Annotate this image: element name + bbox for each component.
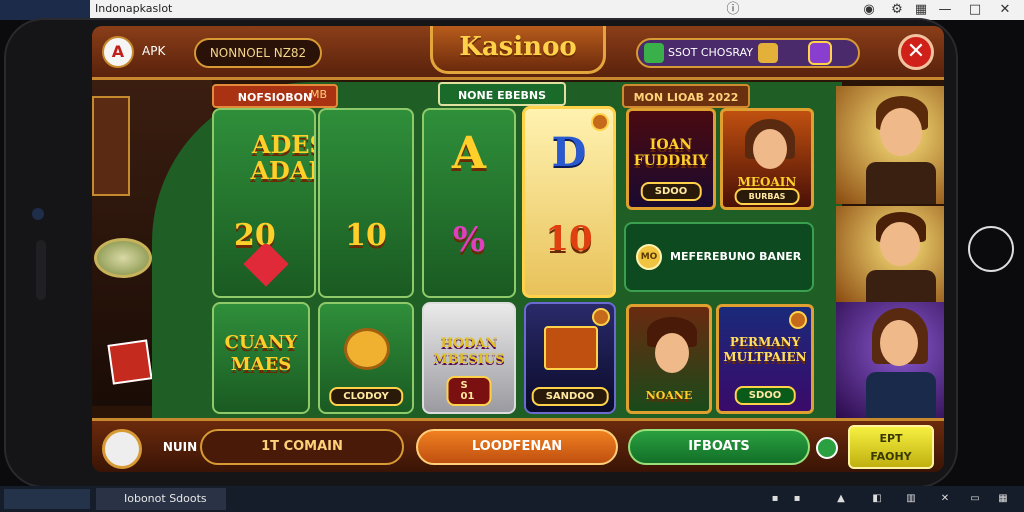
coin-icon: MO [636,244,662,270]
tray-icon-4[interactable]: ◧ [870,492,884,506]
game-card-noane[interactable]: NOANE [626,304,712,414]
tile-tag: SANDOO [531,387,609,406]
game-screen: A APK NONNOEL NZ82 Kasinoo SSOT CHOSRAY … [92,26,944,472]
slot-machine-decoration [92,96,130,196]
tile-tag: S 01 [446,376,492,406]
tray-icon-5[interactable]: ▥ [904,492,918,506]
tray-icon-3[interactable]: ▲ [834,492,848,506]
game-tile-cuany[interactable]: CUANY MAES [212,302,310,414]
display-icon[interactable]: ▦ [912,1,930,19]
face [655,333,689,373]
face [753,129,787,169]
apk-label: APK [142,44,166,58]
section-label-middle: NONE EBEBNS [438,82,566,106]
card-title: MEOAIN [737,175,797,189]
game-bottombar: NUIN 1T COMAIN LOODFENAN IFBOATS EPT FAO… [92,418,944,472]
apk-button-line2: FAOHY [870,450,912,463]
tile-title: CUANY MAES [224,332,298,375]
card-tag: BURBAS [734,188,800,205]
gift-icon[interactable] [808,41,832,65]
section-label-right: MON LIOAB 2022 [622,84,750,108]
face [880,222,920,266]
app-icon [0,0,90,20]
info-badge-icon[interactable] [816,437,838,459]
tile-title: ADESNS ADADOS [250,130,314,185]
banner-text: MEFEREBUNO BANER [670,250,802,263]
dealer-portrait-2[interactable] [836,206,944,302]
card-tag: SDOO [640,182,702,201]
minimize-button[interactable]: — [936,1,954,19]
card-title: NOANE [645,389,693,402]
tile-title: A [451,128,487,179]
camera-icon [32,208,44,220]
promo-banner[interactable]: MO MEFEREBUNO BANER [624,222,814,292]
game-tile-slot[interactable]: CLODOY [318,302,414,414]
suit [866,372,936,418]
bottom-button-1[interactable]: 1T COMAIN [200,429,404,465]
window-titlebar: Indonapkaslot ⓘ ◉ ⚙ ▦ — □ ✕ [0,0,1024,20]
window-title: Indonapkaslot [95,2,173,15]
pin-icon [591,113,609,131]
shop-label: SSOT CHOSRAY [668,46,754,59]
card-tag: SDOO [734,386,796,405]
game-topbar: A APK NONNOEL NZ82 Kasinoo SSOT CHOSRAY … [92,26,944,80]
section-count: MB [310,88,328,101]
tile-title: D [551,129,587,176]
face [880,320,918,366]
slot-icon [344,328,390,370]
shop-pill[interactable]: SSOT CHOSRAY [636,38,860,68]
start-button[interactable] [4,489,90,509]
bottom-button-apk[interactable]: EPT FAOHY [848,425,934,469]
taskbar-app-label: Iobonot Sdoots [124,492,207,505]
tray-icon-1[interactable]: ▪ [768,492,782,506]
home-button[interactable] [968,226,1014,272]
tray-icon-8[interactable]: ▦ [996,492,1010,506]
game-card-permany[interactable]: PERMANY MULTPAIEN SDOO [716,304,814,414]
taskbar: Iobonot Sdoots ▪ ▪ ▲ ◧ ▥ ✕ ▭ ▦ [0,486,1024,512]
phone-speaker [36,240,46,300]
settings-icon[interactable]: ⚙ [888,1,906,19]
bottom-button-3[interactable]: IFBOATS [628,429,810,465]
game-tile-d[interactable]: D 10 [522,106,616,298]
tray-icon-6[interactable]: ✕ [938,492,952,506]
card-title: IOAN FUDDRIY [633,137,709,169]
game-tile-a[interactable]: A % [422,108,516,298]
info-icon[interactable]: ⓘ [724,1,742,19]
face [880,108,922,156]
bottom-button-2[interactable]: LOODFENAN [416,429,618,465]
chest-icon [758,43,778,63]
record-icon[interactable]: ◉ [860,1,878,19]
suit [866,162,936,204]
close-window-button[interactable]: ✕ [996,1,1014,19]
tile-tag: CLODOY [329,387,403,406]
dealer-portrait-3[interactable] [836,302,944,418]
close-button[interactable]: ✕ [898,34,934,70]
game-tile-sandoo[interactable]: SANDOO [524,302,616,414]
slot-machine-icon [544,326,598,370]
dice-icon [107,339,153,385]
cash-icon [644,43,664,63]
tile-value: 10 [545,219,593,259]
game-tile-hodan[interactable]: HODAN MBESIUS S 01 [422,302,516,414]
tile-value: 10 [345,218,387,253]
profile-avatar[interactable] [102,429,142,469]
pin-icon [789,311,807,329]
brand-title: Kasinoo [459,32,577,62]
tile-title: HODAN MBESIUS [433,336,505,367]
logo-badge[interactable]: A [102,36,134,68]
pin-icon [592,308,610,326]
poker-chip-icon [94,238,152,278]
dealer-portrait-1[interactable] [836,86,944,204]
game-tile-10[interactable]: 10 [318,108,414,298]
tray-icon-2[interactable]: ▪ [790,492,804,506]
tray-icon-7[interactable]: ▭ [968,492,982,506]
tile-value: % [452,220,486,260]
game-card-meoain[interactable]: MEOAIN BURBAS [720,108,814,210]
suit [866,270,936,302]
card-title: PERMANY MULTPAIEN [723,335,807,364]
game-card-ioan[interactable]: IOAN FUDDRIY SDOO [626,108,716,210]
apk-button-line1: EPT [879,432,903,445]
maximize-button[interactable]: □ [966,1,984,19]
balance-pill[interactable]: NONNOEL NZ82 [194,38,322,68]
